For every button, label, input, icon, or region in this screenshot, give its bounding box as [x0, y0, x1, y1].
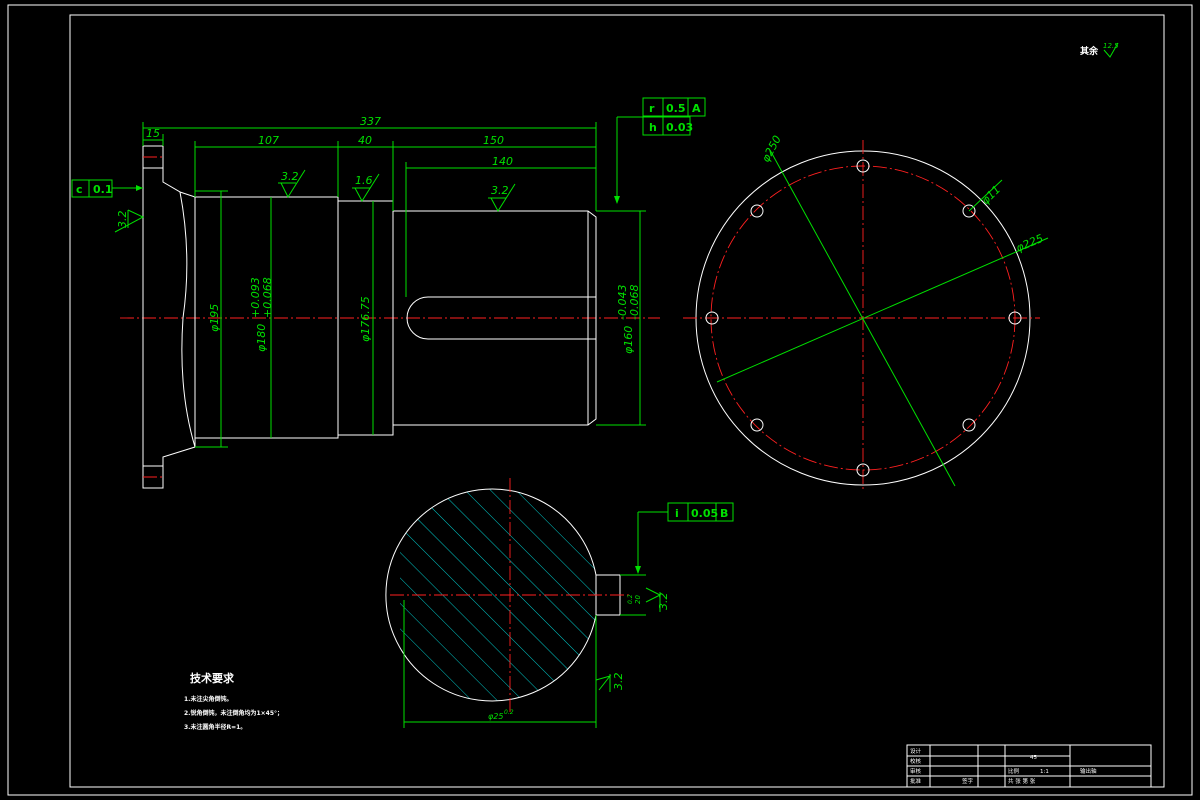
- tol-section-sym: i: [675, 507, 679, 520]
- dim-dia-180-text: φ180: [255, 324, 268, 352]
- tol-top-datum1: A: [692, 102, 701, 115]
- dim-dia-160-text: φ160: [622, 326, 635, 354]
- roughness-symbol-a: 3.2: [278, 169, 306, 199]
- general-roughness-note: 其余 12.5: [1080, 42, 1119, 58]
- roughness-symbol-bottom: 3.2: [595, 673, 625, 692]
- dim-107: 107: [194, 134, 339, 197]
- tol-section-datum: B: [720, 507, 728, 520]
- tol-flange-sym: c: [76, 183, 83, 196]
- tech-requirements: 技术要求 1.未注尖角倒钝。 2.锐角倒钝，未注倒角均为1×45°； 3.未注圆…: [184, 671, 283, 731]
- outer-border: [7, 4, 1193, 796]
- dim-keyway-length-text: 140: [492, 155, 513, 168]
- title-sheet-info: 共 张 第 张: [1008, 777, 1036, 785]
- bolt-hole: [750, 418, 764, 432]
- roughness-b-text: 1.6: [355, 174, 373, 187]
- dim-dia-17675-text: φ176.75: [359, 296, 372, 342]
- dim-hole-11: φ11: [968, 179, 1003, 212]
- title-row-label: 批准: [910, 777, 922, 785]
- roughness-key-text: 3.2: [657, 593, 670, 611]
- dim-dia-160-tol-lower: -0.068: [628, 285, 641, 320]
- tol-top-val2: 0.03: [666, 121, 693, 134]
- title-scale-label: 比例: [1008, 767, 1020, 775]
- title-part-name: 输出轴: [1080, 767, 1097, 775]
- dim-keyway-length: 140: [405, 155, 596, 297]
- flange-section: [142, 145, 196, 489]
- dim-150-text: 150: [483, 134, 504, 147]
- title-scale-value: 1:1: [1040, 769, 1049, 775]
- dim-dia-195-text: φ195: [208, 304, 221, 332]
- title-material: 45: [1030, 755, 1037, 761]
- tol-frame-section: i 0.05 B: [635, 502, 734, 574]
- flange-end-view: φ250 φ11 φ225: [683, 133, 1049, 492]
- tol-frame-flange: c 0.1: [71, 179, 143, 198]
- tech-req-title: 技术要求: [190, 671, 235, 685]
- dim-hole-11-text: φ11: [979, 183, 1003, 207]
- title-stamp: 签字: [962, 777, 974, 785]
- bolt-hole: [962, 418, 976, 432]
- tol-top-sym2: h: [649, 121, 657, 134]
- tol-top-sym1: r: [649, 102, 655, 115]
- dim-dia-180: φ180 +0.093 +0.068: [249, 197, 274, 438]
- title-row-label: 设计: [910, 747, 922, 755]
- roughness-bottom-text: 3.2: [612, 673, 625, 691]
- shaft-outline: [179, 191, 597, 447]
- dim-section-dia-text: φ25: [488, 712, 503, 721]
- dim-pcd-225: φ225: [716, 232, 1049, 383]
- tol-frame-top: r 0.5 A h 0.03: [614, 97, 706, 204]
- roughness-c-text: 3.2: [491, 184, 509, 197]
- roughness-note-label: 其余: [1080, 45, 1099, 57]
- dim-section-tol: 0.2: [504, 709, 514, 716]
- dim-dia-195: φ195: [195, 190, 228, 448]
- dim-flange-thk-text: 15: [146, 127, 160, 140]
- dim-107-text: 107: [258, 134, 279, 147]
- dim-40: 40: [338, 134, 394, 211]
- dim-flange-thk: 15: [143, 127, 164, 146]
- tech-req-item: 2.锐角倒钝，未注倒角均为1×45°；: [184, 709, 283, 717]
- dim-dia-180-tol-lower: +0.068: [261, 277, 274, 318]
- roughness-flange-text: 3.2: [116, 211, 129, 229]
- tol-flange-val: 0.1: [93, 183, 113, 196]
- dim-dia-17675: φ176.75: [359, 201, 374, 435]
- drawing-sheet: 其余 12.5 337 15 107 40 150 140 φ195 φ180 …: [7, 4, 1193, 796]
- tech-req-item: 3.未注圆角半径R=1。: [184, 723, 246, 731]
- tol-section-val: 0.05: [691, 507, 718, 520]
- roughness-symbol-c: 3.2: [488, 183, 516, 212]
- shaft-front-view: 337 15 107 40 150 140 φ195 φ180 +0.093 +…: [71, 97, 706, 489]
- dim-key-text: 20: [634, 595, 642, 604]
- dim-total-length-text: 337: [360, 115, 381, 128]
- dim-40-text: 40: [358, 134, 372, 147]
- dim-pcd-250-text: φ250: [759, 133, 784, 164]
- dim-dia-160: φ160 -0.043 -0.068: [596, 210, 646, 426]
- dim-pcd-250: φ250: [759, 133, 956, 487]
- roughness-a-text: 3.2: [281, 170, 299, 183]
- tol-top-val1: 0.5: [666, 102, 686, 115]
- roughness-symbol-key: 3.2: [645, 587, 670, 612]
- title-row-label: 审核: [910, 767, 922, 775]
- dim-key-tol: 0.2: [627, 594, 634, 604]
- roughness-symbol-b: 1.6: [352, 173, 380, 202]
- roughness-symbol-flange: 3.2: [114, 209, 145, 233]
- title-row-label: 校核: [910, 757, 922, 765]
- tech-req-item: 1.未注尖角倒钝。: [184, 695, 232, 703]
- dim-150: 150: [393, 134, 596, 148]
- bolt-hole: [750, 204, 764, 218]
- dim-pcd-225-text: φ225: [1014, 232, 1045, 255]
- section-view: φ25 0.2 20 0.2 3.2 3.2 i 0.05 B: [385, 478, 734, 728]
- title-block: 设计 校核 审核 批准 签字 45 比例 1:1 输出轴 共 张 第 张: [906, 744, 1152, 788]
